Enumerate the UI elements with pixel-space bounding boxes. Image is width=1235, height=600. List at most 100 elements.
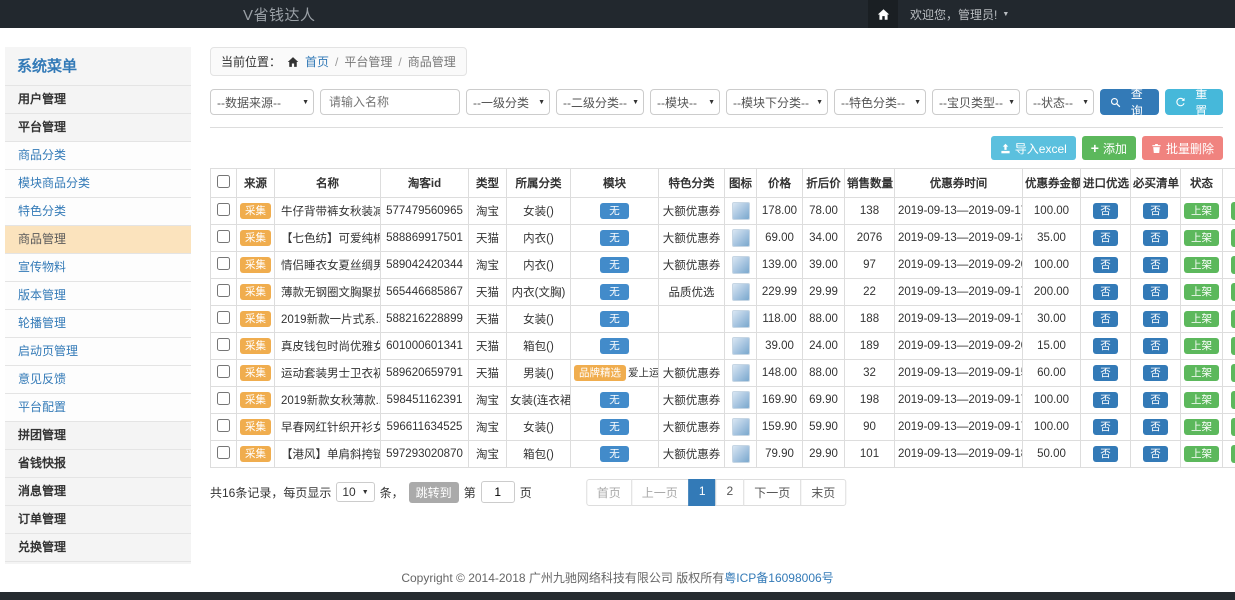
page-button-末页[interactable]: 末页 <box>800 479 846 506</box>
search-button[interactable]: 查询 <box>1100 89 1159 115</box>
sidebar-item-feedback[interactable]: 意见反馈 <box>5 366 191 394</box>
must-buy-toggle-button[interactable]: 否 <box>1143 257 1168 273</box>
sidebar-item-feature-category[interactable]: 特色分类 <box>5 198 191 226</box>
imported-toggle-button[interactable]: 否 <box>1093 392 1118 408</box>
sidebar-item-platform-config[interactable]: 平台配置 <box>5 394 191 422</box>
row-checkbox[interactable] <box>217 230 230 243</box>
cell-module: 品牌精选爱上运动 <box>571 360 659 387</box>
sidebar-item-message-management[interactable]: 消息管理 <box>5 478 191 506</box>
edit-button[interactable] <box>1231 337 1235 355</box>
filter-status-select[interactable]: --状态--▼ <box>1026 89 1094 115</box>
row-checkbox[interactable] <box>217 365 230 378</box>
jump-button[interactable]: 跳转到 <box>409 482 459 503</box>
add-button[interactable]: + 添加 <box>1082 136 1136 160</box>
sidebar-item-module-goods-category[interactable]: 模块商品分类 <box>5 170 191 198</box>
select-all-checkbox[interactable] <box>217 175 230 188</box>
cell-imported: 否 <box>1081 441 1131 468</box>
page-button-首页[interactable]: 首页 <box>586 479 632 506</box>
edit-button[interactable] <box>1231 445 1235 463</box>
status-button[interactable]: 上架 <box>1184 365 1219 381</box>
imported-toggle-button[interactable]: 否 <box>1093 365 1118 381</box>
sidebar-item-goods-management[interactable]: 商品管理 <box>5 226 191 254</box>
status-button[interactable]: 上架 <box>1184 230 1219 246</box>
sidebar-item-order-management[interactable]: 订单管理 <box>5 506 191 534</box>
row-checkbox[interactable] <box>217 257 230 270</box>
reset-button[interactable]: 重置 <box>1165 89 1224 115</box>
status-button[interactable]: 上架 <box>1184 203 1219 219</box>
filter-name-input[interactable] <box>320 89 460 115</box>
imported-toggle-button[interactable]: 否 <box>1093 257 1118 273</box>
imported-toggle-button[interactable]: 否 <box>1093 284 1118 300</box>
edit-button[interactable] <box>1231 310 1235 328</box>
imported-toggle-button[interactable]: 否 <box>1093 446 1118 462</box>
sidebar-item-splash-page-management[interactable]: 启动页管理 <box>5 338 191 366</box>
row-checkbox[interactable] <box>217 338 230 351</box>
chevron-down-icon: ▼ <box>538 99 545 106</box>
must-buy-toggle-button[interactable]: 否 <box>1143 284 1168 300</box>
row-checkbox[interactable] <box>217 419 230 432</box>
edit-button[interactable] <box>1231 229 1235 247</box>
sidebar-item-goods-category[interactable]: 商品分类 <box>5 142 191 170</box>
import-excel-button[interactable]: 导入excel <box>991 136 1076 160</box>
sidebar-item-platform-management[interactable]: 平台管理 <box>5 114 191 142</box>
breadcrumb-home-link[interactable]: 首页 <box>305 53 329 70</box>
filter-level2-category-select[interactable]: --二级分类--▼ <box>556 89 644 115</box>
sidebar-item-promo-material[interactable]: 宣传物料 <box>5 254 191 282</box>
row-checkbox[interactable] <box>217 446 230 459</box>
status-button[interactable]: 上架 <box>1184 446 1219 462</box>
must-buy-toggle-button[interactable]: 否 <box>1143 446 1168 462</box>
row-checkbox[interactable] <box>217 203 230 216</box>
status-button[interactable]: 上架 <box>1184 284 1219 300</box>
must-buy-toggle-button[interactable]: 否 <box>1143 365 1168 381</box>
status-button[interactable]: 上架 <box>1184 419 1219 435</box>
row-checkbox[interactable] <box>217 311 230 324</box>
edit-button[interactable] <box>1231 364 1235 382</box>
edit-button[interactable] <box>1231 202 1235 220</box>
imported-toggle-button[interactable]: 否 <box>1093 230 1118 246</box>
icp-link[interactable]: 粤ICP备16098006号 <box>724 571 833 585</box>
edit-button[interactable] <box>1231 256 1235 274</box>
filter-module-select[interactable]: --模块--▼ <box>650 89 720 115</box>
imported-toggle-button[interactable]: 否 <box>1093 311 1118 327</box>
edit-button[interactable] <box>1231 283 1235 301</box>
must-buy-toggle-button[interactable]: 否 <box>1143 338 1168 354</box>
home-button[interactable] <box>868 0 898 28</box>
page-input[interactable] <box>481 481 515 503</box>
topbar: V省钱达人 欢迎您，管理员! ▼ <box>0 0 1235 28</box>
sidebar-item-carousel-management[interactable]: 轮播管理 <box>5 310 191 338</box>
cell-feature: 大额优惠券 <box>659 252 725 279</box>
imported-toggle-button[interactable]: 否 <box>1093 338 1118 354</box>
status-button[interactable]: 上架 <box>1184 392 1219 408</box>
must-buy-toggle-button[interactable]: 否 <box>1143 419 1168 435</box>
row-checkbox[interactable] <box>217 284 230 297</box>
page-button-上一页[interactable]: 上一页 <box>631 479 689 506</box>
row-checkbox[interactable] <box>217 392 230 405</box>
must-buy-toggle-button[interactable]: 否 <box>1143 230 1168 246</box>
page-button-下一页[interactable]: 下一页 <box>743 479 801 506</box>
sidebar-item-exchange-management[interactable]: 兑换管理 <box>5 534 191 562</box>
imported-toggle-button[interactable]: 否 <box>1093 203 1118 219</box>
filter-module-sub-select[interactable]: --模块下分类--▼ <box>726 89 828 115</box>
filter-level1-category-select[interactable]: --一级分类▼ <box>466 89 550 115</box>
sidebar-item-saving-news[interactable]: 省钱快报 <box>5 450 191 478</box>
must-buy-toggle-button[interactable]: 否 <box>1143 203 1168 219</box>
status-button[interactable]: 上架 <box>1184 338 1219 354</box>
status-button[interactable]: 上架 <box>1184 311 1219 327</box>
filter-data-source-select[interactable]: --数据来源--▼ <box>210 89 314 115</box>
must-buy-toggle-button[interactable]: 否 <box>1143 392 1168 408</box>
edit-button[interactable] <box>1231 418 1235 436</box>
per-page-select[interactable]: 10 ▼ <box>336 482 374 502</box>
page-button-2[interactable]: 2 <box>716 479 745 506</box>
batch-delete-button[interactable]: 批量删除 <box>1142 136 1223 160</box>
sidebar-item-groupbuy-management[interactable]: 拼团管理 <box>5 422 191 450</box>
imported-toggle-button[interactable]: 否 <box>1093 419 1118 435</box>
page-button-1[interactable]: 1 <box>688 479 717 506</box>
user-menu[interactable]: 欢迎您，管理员! ▼ <box>910 6 1009 23</box>
edit-button[interactable] <box>1231 391 1235 409</box>
must-buy-toggle-button[interactable]: 否 <box>1143 311 1168 327</box>
sidebar-item-user-management[interactable]: 用户管理 <box>5 86 191 114</box>
sidebar-item-version-management[interactable]: 版本管理 <box>5 282 191 310</box>
filter-feature-category-select[interactable]: --特色分类--▼ <box>834 89 926 115</box>
status-button[interactable]: 上架 <box>1184 257 1219 273</box>
filter-item-type-select[interactable]: --宝贝类型--▼ <box>932 89 1020 115</box>
